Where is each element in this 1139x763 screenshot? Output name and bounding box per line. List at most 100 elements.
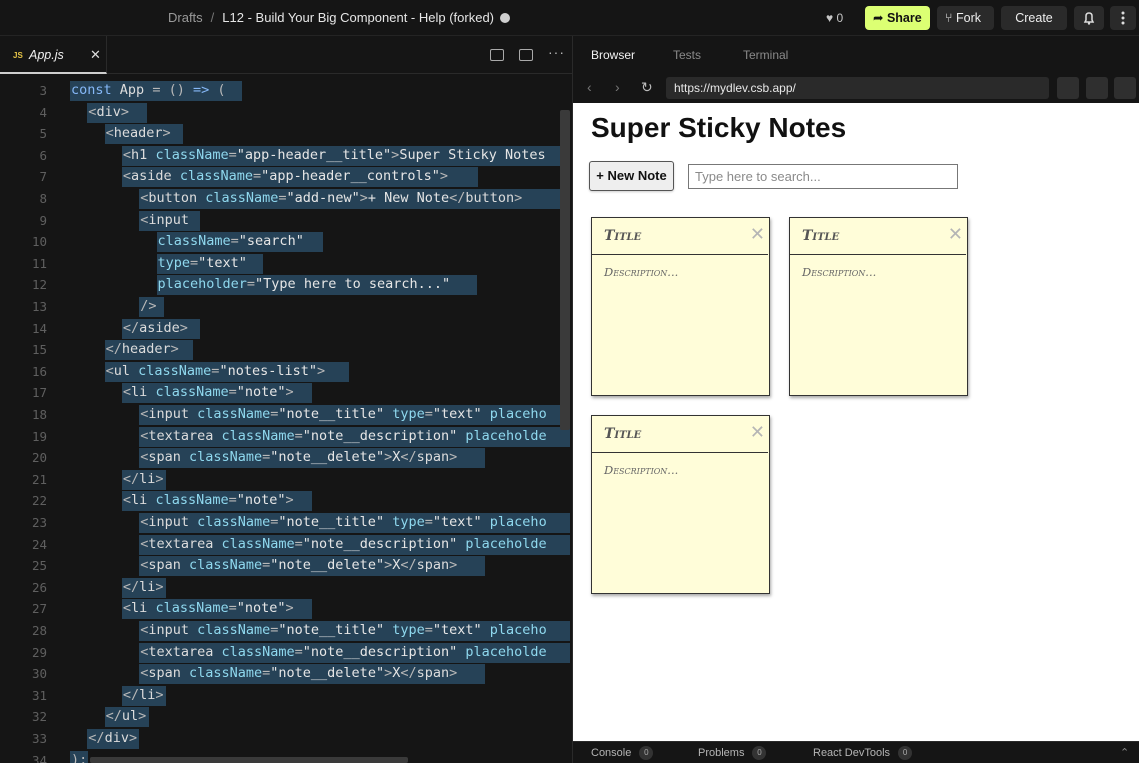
- console-label: Console: [591, 747, 632, 759]
- code-line[interactable]: 13 />: [0, 296, 572, 318]
- code-text: </div>: [88, 730, 138, 746]
- note-title-input[interactable]: Title: [790, 218, 966, 255]
- code-line[interactable]: 19 <textarea className="note__description…: [0, 426, 572, 448]
- code-line[interactable]: 23 <input className="note__title" type="t…: [0, 512, 572, 534]
- likes-count[interactable]: ♥ 0: [826, 11, 843, 25]
- note-description-input[interactable]: Description...: [604, 265, 678, 279]
- create-button[interactable]: Create: [1001, 6, 1067, 30]
- code-text: <input className="note__title" type="tex…: [140, 622, 547, 638]
- kebab-icon: [1121, 11, 1125, 25]
- copy-icon[interactable]: [1086, 77, 1108, 99]
- tab-terminal[interactable]: Terminal: [743, 48, 788, 62]
- code-text: </ul>: [105, 708, 147, 725]
- share-button[interactable]: ➦ Share: [865, 6, 930, 30]
- code-line[interactable]: 9 <input: [0, 210, 572, 232]
- code-line[interactable]: 22 <li className="note">: [0, 490, 572, 512]
- code-line[interactable]: 4 <div>: [0, 102, 572, 124]
- code-line[interactable]: 18 <input className="note__title" type="t…: [0, 404, 572, 426]
- code-line[interactable]: 7 <aside className="app-header__controls"…: [0, 166, 572, 188]
- code-line[interactable]: 3 const App = () => (: [0, 80, 572, 102]
- more-menu-button[interactable]: [1110, 6, 1136, 30]
- code-line[interactable]: 31 </li>: [0, 685, 572, 707]
- preview-pane: Browser Tests Terminal ‹ › ↻ https://myd…: [572, 36, 1139, 763]
- code-text: <h1 className="app-header__title">Super …: [122, 146, 546, 163]
- code-text: <button className="add-new">+ New Note</…: [140, 190, 523, 206]
- fork-button[interactable]: ⑂ Fork: [937, 6, 994, 30]
- tab-app-js[interactable]: JS App.js ✕: [0, 36, 107, 74]
- code-line[interactable]: 12 placeholder="Type here to search...": [0, 274, 572, 296]
- note-title-input[interactable]: Title: [592, 218, 768, 255]
- breadcrumb-drafts[interactable]: Drafts: [168, 10, 203, 25]
- share-button-label: Share: [886, 11, 922, 25]
- code-line[interactable]: 16 <ul className="notes-list">: [0, 361, 572, 383]
- split-view-icon[interactable]: [490, 49, 504, 61]
- note-card[interactable]: Title ✕ Description...: [591, 217, 770, 396]
- code-line[interactable]: 10 className="search": [0, 231, 572, 253]
- code-line[interactable]: 15 </header>: [0, 339, 572, 361]
- line-number: 14: [31, 320, 47, 336]
- code-line[interactable]: 33 </div>: [0, 728, 572, 750]
- code-line[interactable]: 5 <header>: [0, 123, 572, 145]
- code-text: </header>: [105, 341, 179, 358]
- code-line[interactable]: 11 type="text": [0, 253, 572, 275]
- code-text: </li>: [122, 686, 164, 703]
- forward-icon[interactable]: ›: [615, 79, 620, 95]
- code-line[interactable]: 6 <h1 className="app-header__title">Super…: [0, 145, 572, 167]
- code-line[interactable]: 30 <span className="note__delete">X</span…: [0, 663, 572, 685]
- code-line[interactable]: 24 <textarea className="note__description…: [0, 534, 572, 556]
- breadcrumb: Drafts / L12 - Build Your Big Component - …: [168, 10, 511, 25]
- close-tab-icon[interactable]: ✕: [90, 47, 101, 63]
- note-description-input[interactable]: Description...: [604, 463, 678, 477]
- horizontal-scrollbar[interactable]: [90, 757, 408, 763]
- code-line[interactable]: 8 <button className="add-new">+ New Note<…: [0, 188, 572, 210]
- code-line[interactable]: 27 <li className="note">: [0, 598, 572, 620]
- note-delete-icon[interactable]: ✕: [750, 224, 765, 245]
- open-preview-icon[interactable]: [519, 49, 533, 61]
- tab-console[interactable]: Console 0: [591, 746, 654, 760]
- tab-tests[interactable]: Tests: [673, 48, 701, 62]
- search-input[interactable]: Type here to search...: [688, 164, 958, 189]
- note-card[interactable]: Title ✕ Description...: [789, 217, 968, 396]
- line-number: 16: [31, 363, 47, 379]
- react-devtools-count-badge: 0: [898, 746, 913, 760]
- code-line[interactable]: 17 <li className="note">: [0, 382, 572, 404]
- code-text: <textarea className="note__description" …: [140, 535, 547, 552]
- line-number: 5: [39, 126, 47, 142]
- line-number: 4: [39, 104, 47, 120]
- editor-tab-bar: JS App.js ✕ ···: [0, 36, 572, 74]
- js-file-icon: JS: [13, 51, 23, 60]
- refresh-icon[interactable]: ↻: [641, 79, 653, 96]
- open-new-window-icon[interactable]: [1114, 77, 1136, 99]
- code-area[interactable]: 3 const App = () => (4 <div> 5 <header> 6 <h1 …: [0, 80, 572, 763]
- code-line[interactable]: 14 </aside>: [0, 318, 572, 340]
- code-line[interactable]: 20 <span className="note__delete">X</span…: [0, 447, 572, 469]
- vertical-scrollbar[interactable]: [560, 110, 570, 430]
- sandbox-title[interactable]: L12 - Build Your Big Component - Help (f…: [222, 10, 494, 25]
- note-title-input[interactable]: Title: [592, 416, 768, 453]
- new-note-button[interactable]: + New Note: [589, 161, 674, 191]
- app-preview: Super Sticky Notes + New Note Type here …: [573, 103, 1139, 741]
- editor-more-icon[interactable]: ···: [548, 44, 565, 60]
- line-number: 9: [39, 212, 47, 228]
- code-line[interactable]: 32 </ul>: [0, 706, 572, 728]
- tab-react-devtools[interactable]: React DevTools 0: [813, 746, 913, 760]
- code-line[interactable]: 29 <textarea className="note__description…: [0, 642, 572, 664]
- note-card[interactable]: Title ✕ Description...: [591, 415, 770, 594]
- devtools-icon[interactable]: [1057, 77, 1079, 99]
- code-line[interactable]: 26 </li>: [0, 577, 572, 599]
- code-line[interactable]: 28 <input className="note__title" type="t…: [0, 620, 572, 642]
- note-delete-icon[interactable]: ✕: [750, 422, 765, 443]
- back-icon[interactable]: ‹: [587, 79, 592, 95]
- code-text: <aside className="app-header__controls">: [122, 168, 449, 185]
- tab-problems[interactable]: Problems 0: [698, 746, 767, 760]
- tab-browser[interactable]: Browser: [591, 48, 635, 62]
- line-number: 18: [31, 407, 47, 422]
- collapse-panel-icon[interactable]: ⌃: [1120, 746, 1129, 759]
- note-delete-icon[interactable]: ✕: [948, 224, 963, 245]
- code-line[interactable]: 25 <span className="note__delete">X</span…: [0, 555, 572, 577]
- tab-label: App.js: [29, 48, 64, 62]
- url-bar[interactable]: https://mydlev.csb.app/: [666, 77, 1049, 99]
- note-description-input[interactable]: Description...: [802, 265, 876, 279]
- notifications-button[interactable]: [1074, 6, 1104, 30]
- code-line[interactable]: 21 </li>: [0, 469, 572, 491]
